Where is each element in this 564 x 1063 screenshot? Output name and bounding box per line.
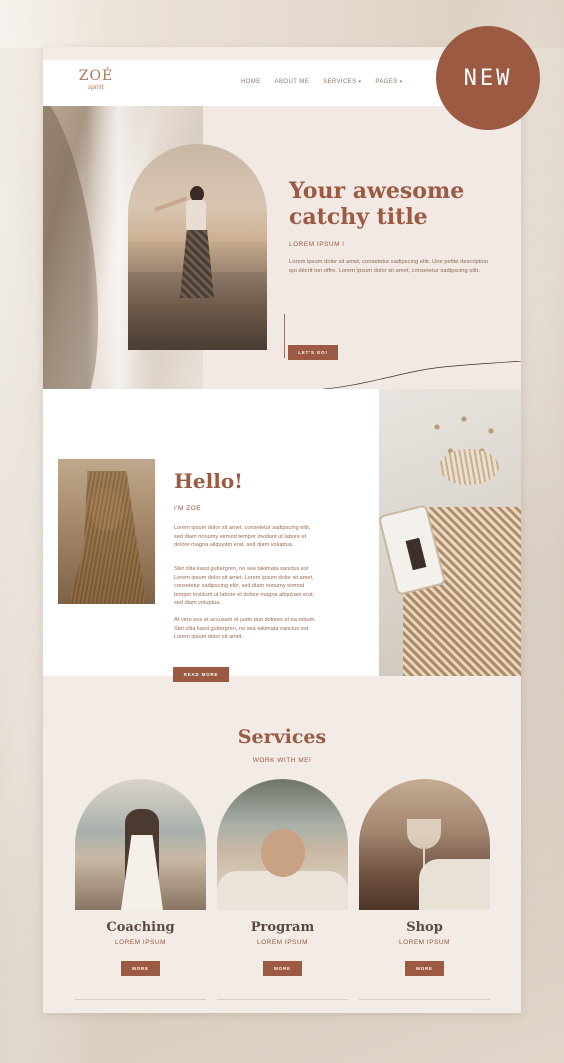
photo-figure-skirt (180, 230, 214, 298)
service-card-photo (75, 779, 206, 910)
decorative-curve-line (313, 361, 521, 391)
photo-shell (439, 449, 499, 485)
logo-script: spirit (87, 84, 105, 91)
nav-item-services[interactable]: SERVICES ▾ (323, 79, 361, 85)
nav-item-pages[interactable]: PAGES ▾ (375, 79, 402, 85)
about-portrait-photo (58, 459, 155, 604)
portrait-hair (68, 471, 146, 604)
read-more-button[interactable]: READ MORE (173, 667, 229, 682)
nav-item-label: ABOUT ME (274, 79, 310, 85)
about-paragraph: Stet clita kasd gubergren, no sea takima… (174, 566, 315, 607)
service-card-title: Program (250, 920, 315, 935)
chevron-down-icon: ▾ (399, 79, 403, 85)
main-nav: HOME ABOUT ME SERVICES ▾ PAGES ▾ (241, 79, 403, 85)
nav-item-label: SERVICES (323, 79, 357, 85)
card-divider (75, 999, 206, 1000)
about-paragraph: At vero eos et accusam et justo duo dolo… (174, 617, 316, 641)
service-card-subtitle: LOREM IPSUM (114, 939, 166, 946)
about-section: Hello! I'M ZOE Lorem ipsum dolor sit ame… (43, 389, 521, 682)
nav-item-about-me[interactable]: ABOUT ME (275, 79, 309, 85)
more-button[interactable]: MORE (263, 961, 302, 976)
photo-figure-top (186, 200, 206, 232)
website-mockup: ZOÉ spirit HOME ABOUT ME SERVICES ▾ PAGES… (43, 47, 521, 1013)
more-button[interactable]: MORE (405, 961, 444, 976)
nav-item-home[interactable]: HOME (241, 79, 261, 85)
service-card-title: Shop (406, 920, 443, 935)
service-card-photo (359, 779, 490, 910)
hero-arch-photo (128, 144, 267, 350)
services-title: Services (237, 726, 327, 748)
about-still-life-photo (379, 389, 521, 676)
photo-cloth (419, 859, 490, 910)
service-card-subtitle: LOREM IPSUM (398, 939, 450, 946)
service-card-photo (217, 779, 348, 910)
photo-face (261, 829, 305, 877)
nav-item-label: HOME (241, 79, 261, 85)
hero-subtitle: LOREM IPSUM ! (289, 241, 345, 248)
nav-item-label: PAGES (375, 79, 398, 85)
lets-go-button[interactable]: LET'S GO! (288, 345, 338, 360)
service-card-title: Coaching (106, 920, 175, 935)
about-paragraph: Lorem ipsum dolor sit amet, consetetur s… (174, 525, 311, 549)
photo-glass (407, 819, 441, 849)
more-button[interactable]: MORE (121, 961, 160, 976)
section-divider-line (284, 314, 285, 358)
photo-glass-stem (423, 849, 425, 877)
about-heading: Hello! (174, 469, 243, 493)
hero-title: Your awesome catchy title (289, 178, 465, 230)
services-subtitle: WORK WITH ME! (252, 757, 312, 764)
about-subheading: I'M ZOE (174, 505, 202, 512)
site-logo[interactable]: ZOÉ spirit (76, 68, 116, 100)
service-card-subtitle: LOREM IPSUM (256, 939, 308, 946)
card-divider (359, 999, 490, 1000)
logo-wordmark: ZOÉ (78, 68, 114, 84)
photo-figure-arm (154, 196, 188, 212)
card-divider (217, 999, 348, 1000)
hero-section: Your awesome catchy title LOREM IPSUM ! … (43, 106, 521, 391)
new-badge: NEW (436, 26, 540, 130)
chevron-down-icon: ▾ (358, 79, 362, 85)
hero-description: Lorem ipsum dolor sit amet, consetetur s… (289, 259, 489, 274)
